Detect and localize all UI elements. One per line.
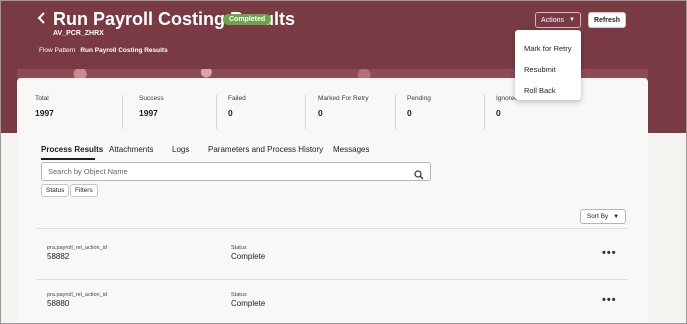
actions-menu: Mark for Retry Resubmit Roll Back [515, 30, 581, 100]
process-code: AV_PCR_ZHRX [53, 30, 104, 37]
refresh-button[interactable]: Refresh [588, 12, 626, 28]
app-window: Run Payroll Costing Results Completed AV… [0, 0, 687, 324]
tab-attachments[interactable]: Attachments [109, 145, 153, 154]
id-label: pra.payroll_rel_action_id [47, 245, 107, 251]
tab-logs[interactable]: Logs [172, 145, 189, 154]
stat-value: 1997 [35, 108, 54, 118]
stat-value: 0 [496, 108, 501, 118]
caret-down-icon: ▼ [613, 213, 620, 220]
table-row[interactable]: pra.payroll_rel_action_id 58880 Status C… [17, 288, 648, 323]
stat-label: Total [35, 95, 49, 102]
table-row[interactable]: pra.payroll_rel_action_id 58882 Status C… [17, 241, 648, 281]
stat-success: Success 1997 [139, 95, 217, 129]
id-value: 58882 [47, 252, 70, 261]
status-label: Status [231, 292, 247, 298]
row-divider [37, 228, 627, 229]
stat-value: 1997 [139, 108, 158, 118]
flow-pattern: Flow Pattern Run Payroll Costing Results [39, 47, 168, 54]
flow-pattern-label: Flow Pattern [39, 47, 76, 54]
row-divider [37, 279, 627, 280]
filters-chip[interactable]: Filters [70, 184, 98, 197]
status-filter-chip[interactable]: Status [41, 184, 70, 197]
results-card: Total 1997 Success 1997 Failed 0 Marked … [17, 78, 648, 323]
stat-value: 0 [407, 108, 412, 118]
id-label: pra.payroll_rel_action_id [47, 292, 107, 298]
menu-item-roll-back[interactable]: Roll Back [515, 80, 581, 101]
search-input[interactable] [48, 167, 388, 176]
search-box[interactable] [41, 162, 431, 181]
stat-failed: Failed 0 [228, 95, 306, 129]
stat-label: Success [139, 95, 164, 102]
menu-item-resubmit[interactable]: Resubmit [515, 59, 581, 80]
actions-button-label: Actions [541, 16, 564, 24]
more-options-icon[interactable]: ••• [602, 247, 617, 259]
flow-pattern-value[interactable]: Run Payroll Costing Results [80, 47, 167, 54]
stat-marked-for-retry: Marked For Retry 0 [318, 95, 396, 129]
back-chevron-icon[interactable] [37, 11, 51, 29]
stat-value: 0 [228, 108, 233, 118]
stat-label: Pending [407, 95, 431, 102]
sort-by-button[interactable]: Sort By ▼ [580, 209, 626, 224]
search-icon[interactable] [414, 167, 424, 180]
tab-process-results[interactable]: Process Results [41, 145, 103, 154]
active-tab-indicator [41, 158, 95, 160]
stat-total: Total 1997 [35, 95, 123, 129]
status-label: Status [231, 245, 247, 251]
actions-button[interactable]: Actions ▼ [535, 12, 581, 28]
menu-item-mark-for-retry[interactable]: Mark for Retry [515, 38, 581, 59]
stat-pending: Pending 0 [407, 95, 485, 129]
status-value: Complete [231, 299, 266, 308]
tab-messages[interactable]: Messages [333, 145, 369, 154]
id-value: 58880 [47, 299, 70, 308]
status-badge: Completed [223, 14, 272, 25]
stat-label: Marked For Retry [318, 95, 369, 102]
caret-down-icon: ▼ [569, 17, 575, 23]
stat-value: 0 [318, 108, 323, 118]
more-options-icon[interactable]: ••• [602, 294, 617, 306]
sort-by-label: Sort By [586, 213, 609, 220]
stat-label: Failed [228, 95, 246, 102]
status-value: Complete [231, 252, 266, 261]
tab-parameters-history[interactable]: Parameters and Process History [208, 145, 323, 154]
